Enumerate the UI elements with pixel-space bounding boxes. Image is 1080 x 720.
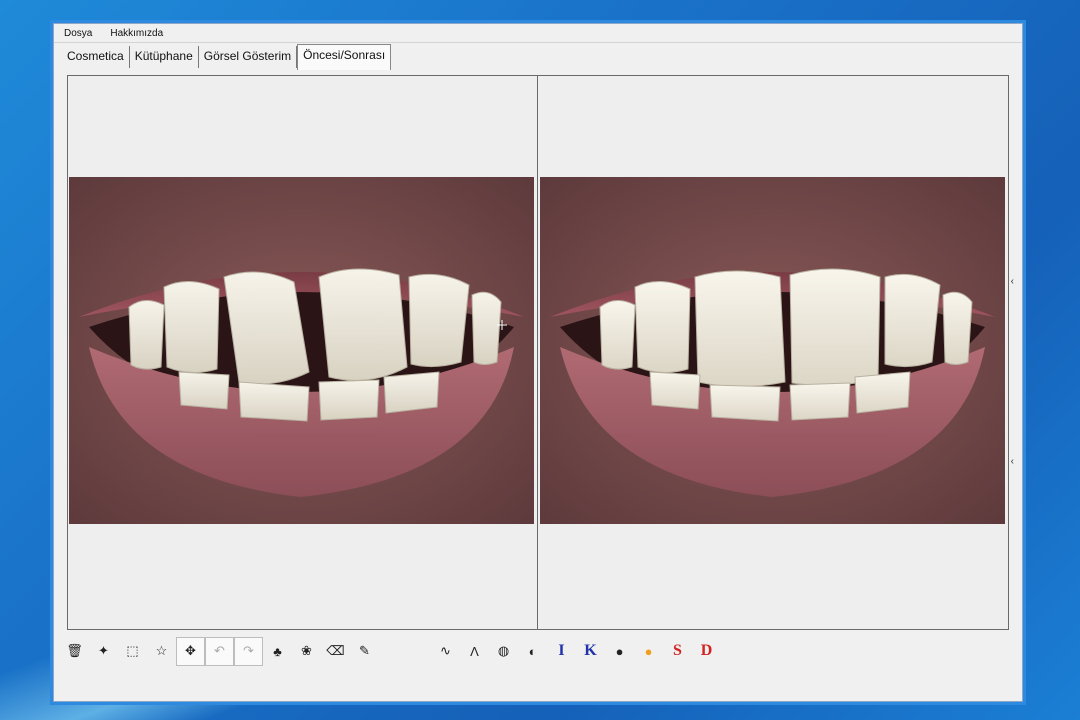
angle-icon[interactable]: Λ (460, 637, 489, 666)
tool-k[interactable]: K (576, 637, 605, 666)
healing-icon[interactable]: ❀ (292, 637, 321, 666)
lasso-select-icon[interactable]: ☆ (147, 637, 176, 666)
orange-zoom-icon[interactable]: ● (634, 637, 663, 666)
after-photo[interactable] (540, 177, 1005, 524)
tool-s[interactable]: S (663, 637, 692, 666)
clone-stamp-icon[interactable]: ♣ (263, 637, 292, 666)
pen-icon[interactable]: ∿ (431, 637, 460, 666)
app-window: Dosya Hakkımızda Cosmetica Kütüphane Gör… (53, 23, 1023, 702)
tab-gorsel-gosterim[interactable]: Görsel Gösterim (198, 46, 298, 68)
before-photo[interactable] (69, 177, 534, 524)
tooth-shape-icon[interactable]: ◍ (489, 637, 518, 666)
tab-oncesi-sonrasi[interactable]: Öncesi/Sonrası (297, 44, 392, 70)
scroll-arrow-icon[interactable]: ‹ (1011, 456, 1014, 467)
after-panel (537, 75, 1009, 630)
eyedropper-icon[interactable]: ✎ (350, 637, 379, 666)
black-zoom-icon[interactable]: ● (605, 637, 634, 666)
move-icon[interactable]: ✥ (176, 636, 205, 666)
magic-wand-icon[interactable]: ✦ (89, 637, 118, 666)
smile-curve-icon[interactable]: ◐ (518, 637, 547, 666)
tab-bar: Cosmetica Kütüphane Görsel Gösterim Önce… (62, 44, 392, 70)
tool-d[interactable]: D (692, 637, 721, 666)
tool-i[interactable]: I (547, 637, 576, 666)
scroll-arrow-icon[interactable]: ‹ (1011, 276, 1014, 287)
redo-icon[interactable]: ↷ (234, 636, 263, 666)
undo-icon[interactable]: ↶ (205, 636, 234, 666)
fill-bucket-icon[interactable]: 🗑 (60, 637, 89, 666)
tab-kutuphane[interactable]: Kütüphane (129, 46, 199, 68)
tool-bar: 🗑 ✦ ⬚ ☆ ✥ ↶ ↷ ♣ ❀ ⌫ ✎ ∿ Λ ◍ ◐ I K ● ● S … (60, 631, 1010, 671)
menu-bar: Dosya Hakkımızda (54, 24, 1022, 43)
eraser-icon[interactable]: ⌫ (321, 637, 350, 666)
before-panel (67, 75, 537, 630)
menu-dosya[interactable]: Dosya (54, 28, 100, 39)
menu-hakkimizda[interactable]: Hakkımızda (100, 28, 171, 39)
rect-select-icon[interactable]: ⬚ (118, 637, 147, 666)
tab-cosmetica[interactable]: Cosmetica (62, 46, 130, 68)
